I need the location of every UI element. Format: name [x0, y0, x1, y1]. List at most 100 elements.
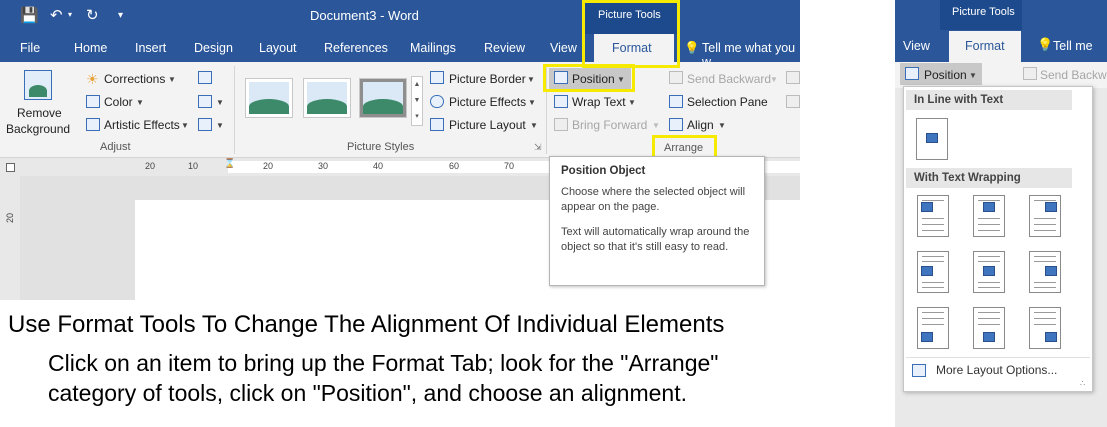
- position-tooltip: Position Object Choose where the selecte…: [549, 156, 765, 286]
- corrections-button[interactable]: Corrections: [104, 72, 165, 86]
- bring-forward-button[interactable]: Bring Forward: [572, 118, 647, 132]
- remove-background-label-1[interactable]: Remove: [17, 106, 62, 120]
- ruler-mark: 20: [263, 161, 274, 171]
- tab-mailings[interactable]: Mailings: [410, 41, 456, 55]
- picture-layout-button[interactable]: Picture Layout: [449, 118, 526, 132]
- send-backward-dropdown-icon[interactable]: ▼: [770, 75, 778, 84]
- tab-insert[interactable]: Insert: [135, 41, 166, 55]
- adjust-group-label: Adjust: [100, 141, 131, 153]
- color-dropdown-icon[interactable]: ▼: [136, 98, 144, 107]
- group-separator: [234, 66, 235, 154]
- inline-header: In Line with Text: [906, 90, 1072, 110]
- picture-border-button[interactable]: Picture Border: [449, 72, 526, 86]
- more-layout-options-icon: [912, 364, 926, 377]
- rp-tab-view[interactable]: View: [903, 39, 930, 53]
- wrap-text-button[interactable]: Wrap Text: [572, 95, 626, 109]
- selection-pane-button[interactable]: Selection Pane: [687, 95, 768, 109]
- picture-layout-icon: [430, 118, 444, 131]
- tab-references[interactable]: References: [324, 41, 388, 55]
- position-middle-left[interactable]: [917, 251, 949, 293]
- tab-home[interactable]: Home: [74, 41, 107, 55]
- change-picture-dropdown-icon[interactable]: ▼: [216, 98, 224, 107]
- align-dropdown-icon[interactable]: ▼: [718, 121, 726, 130]
- compress-pictures-icon[interactable]: [198, 71, 212, 84]
- tab-bar: [0, 34, 800, 62]
- rp-position-button[interactable]: Position: [924, 68, 967, 82]
- remove-background-label-2[interactable]: Background: [6, 122, 70, 136]
- undo-icon[interactable]: ↶: [50, 6, 63, 24]
- position-middle-right[interactable]: [1029, 251, 1061, 293]
- tab-selector-icon[interactable]: [6, 163, 15, 172]
- format-picture-launcher-icon[interactable]: ⇲: [534, 142, 542, 153]
- picture-border-dropdown-icon[interactable]: ▼: [527, 75, 535, 84]
- align-icon: [669, 118, 683, 131]
- ruler-mark: 20: [145, 161, 156, 171]
- position-dropdown: In Line with Text With Text Wrapping Mor…: [903, 86, 1093, 392]
- tooltip-title: Position Object: [561, 165, 646, 177]
- artistic-effects-button[interactable]: Artistic Effects: [104, 118, 180, 132]
- rp-tab-format[interactable]: Format: [949, 31, 1021, 62]
- customize-qat-icon[interactable]: ▾: [118, 10, 123, 21]
- picture-style-thumb-2[interactable]: [303, 78, 351, 118]
- undo-dropdown-icon[interactable]: ▾: [68, 10, 72, 19]
- artistic-effects-dropdown-icon[interactable]: ▼: [181, 121, 189, 130]
- redo-icon[interactable]: ↻: [86, 6, 99, 24]
- save-icon[interactable]: 💾: [20, 6, 39, 24]
- tab-review[interactable]: Review: [484, 41, 525, 55]
- gallery-scroll[interactable]: ▲ ▼ ▾: [411, 76, 423, 126]
- position-bottom-right[interactable]: [1029, 307, 1061, 349]
- tab-layout[interactable]: Layout: [259, 41, 297, 55]
- vertical-ruler: [0, 176, 20, 300]
- position-menu-panel: Picture Tools View Format 💡 Tell me Posi…: [895, 0, 1107, 427]
- align-button[interactable]: Align: [687, 118, 714, 132]
- wrap-text-dropdown-icon[interactable]: ▼: [628, 98, 636, 107]
- document-title: Document3 - Word: [310, 8, 419, 23]
- position-middle-center[interactable]: [973, 251, 1005, 293]
- change-picture-icon[interactable]: [198, 95, 212, 108]
- position-inline[interactable]: [916, 118, 948, 160]
- bring-forward-dropdown-icon[interactable]: ▼: [652, 121, 660, 130]
- ruler-mark: 10: [188, 161, 199, 171]
- position-bottom-left[interactable]: [917, 307, 949, 349]
- wrap-header: With Text Wrapping: [906, 168, 1072, 188]
- tooltip-body-2: Text will automatically wrap around the …: [561, 226, 750, 253]
- resize-grip-icon[interactable]: ∴: [1080, 379, 1085, 388]
- ruler-mark: 70: [504, 161, 515, 171]
- ruler-mark: 40: [373, 161, 384, 171]
- indent-marker-icon[interactable]: ⌛: [224, 158, 235, 169]
- picture-effects-dropdown-icon[interactable]: ▼: [528, 98, 536, 107]
- color-icon: [86, 95, 100, 108]
- reset-picture-icon[interactable]: [198, 118, 212, 131]
- picture-style-thumb-1[interactable]: [245, 78, 293, 118]
- more-layout-options[interactable]: More Layout Options...: [936, 363, 1057, 377]
- position-top-center[interactable]: [973, 195, 1005, 237]
- color-button[interactable]: Color: [104, 95, 133, 109]
- format-tab-highlight: [582, 0, 680, 68]
- caption-line-1: Click on an item to bring up the Format …: [48, 350, 719, 376]
- remove-background-icon[interactable]: [24, 70, 52, 100]
- tab-file[interactable]: File: [20, 41, 40, 55]
- position-top-right[interactable]: [1029, 195, 1061, 237]
- rp-tell-me-box[interactable]: Tell me: [1053, 39, 1093, 53]
- position-top-left[interactable]: [917, 195, 949, 237]
- picture-layout-dropdown-icon[interactable]: ▼: [530, 121, 538, 130]
- position-bottom-center[interactable]: [973, 307, 1005, 349]
- rp-send-backward-button[interactable]: Send Backw: [1040, 68, 1107, 82]
- reset-picture-dropdown-icon[interactable]: ▼: [216, 121, 224, 130]
- caption-title: Use Format Tools To Change The Alignment…: [8, 311, 725, 338]
- picture-effects-button[interactable]: Picture Effects: [449, 95, 526, 109]
- send-backward-button[interactable]: Send Backward: [687, 72, 771, 86]
- caption-body: Click on an item to bring up the Format …: [48, 348, 718, 408]
- rp-position-dropdown-icon[interactable]: ▼: [969, 71, 977, 80]
- tab-design[interactable]: Design: [194, 41, 233, 55]
- tab-view[interactable]: View: [550, 41, 577, 55]
- wrap-text-icon: [554, 95, 568, 108]
- rp-picture-tools-label: Picture Tools: [952, 6, 1015, 18]
- rotate-objects-icon[interactable]: [786, 95, 800, 108]
- group-objects-icon[interactable]: [786, 71, 800, 84]
- rp-tell-me-icon: 💡: [1037, 37, 1054, 52]
- bring-forward-icon: [554, 118, 568, 131]
- picture-style-thumb-3[interactable]: [359, 78, 407, 118]
- position-highlight: [543, 64, 635, 92]
- corrections-dropdown-icon[interactable]: ▼: [168, 75, 176, 84]
